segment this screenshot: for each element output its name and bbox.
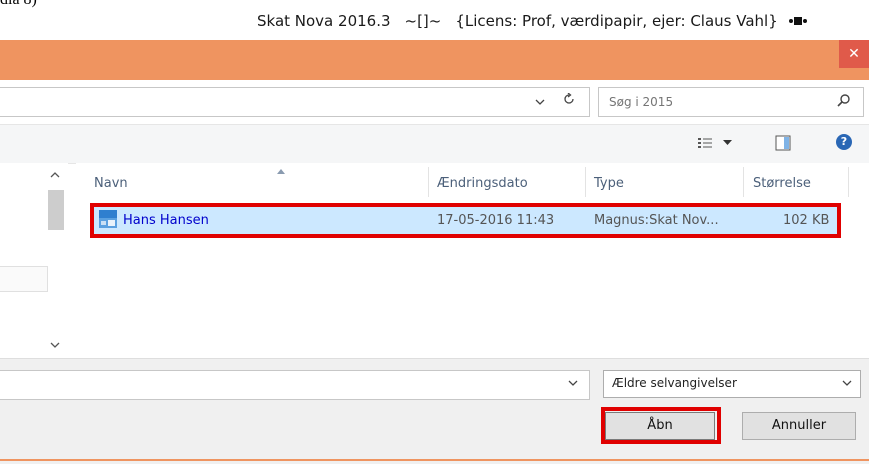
nav-item[interactable]: [0, 266, 48, 292]
sort-arrow-icon: [277, 169, 285, 174]
dialog-title-bar[interactable]: [0, 40, 869, 80]
app-status-icon: [788, 15, 807, 30]
cancel-button[interactable]: Annuller: [742, 412, 856, 440]
view-dropdown-button[interactable]: [723, 139, 732, 149]
close-icon: ✕: [848, 46, 860, 62]
column-separator[interactable]: [585, 167, 586, 197]
address-history-dropdown[interactable]: [530, 92, 550, 112]
file-name-dropdown[interactable]: [568, 376, 578, 389]
close-button[interactable]: ✕: [839, 40, 869, 68]
file-type-selected-value: Ældre selvangivelser: [612, 376, 737, 390]
column-header-date[interactable]: Ændringsdato: [437, 176, 528, 191]
file-list: [76, 163, 869, 358]
column-header-name[interactable]: Navn: [94, 176, 128, 191]
bottom-accent-line: [0, 459, 869, 461]
search-input[interactable]: [609, 94, 809, 110]
chevron-down-icon: [568, 380, 578, 386]
refresh-button[interactable]: [558, 92, 580, 112]
nav-scroll-up-button[interactable]: [50, 170, 60, 181]
column-header-size[interactable]: Størrelse: [753, 176, 811, 191]
toolbar: [0, 124, 869, 164]
chevron-down-icon: [535, 99, 545, 105]
nav-scrollbar-thumb[interactable]: [48, 190, 64, 230]
chevron-up-icon: [50, 172, 60, 178]
column-separator[interactable]: [848, 167, 849, 197]
view-options-icon[interactable]: [698, 137, 712, 149]
refresh-icon: [564, 92, 574, 104]
help-icon[interactable]: ?: [836, 134, 852, 150]
triangle-down-icon: [723, 140, 732, 145]
column-header-type[interactable]: Type: [594, 176, 624, 191]
row-highlight-annotation: [90, 203, 841, 238]
document-text-fragment: dia 8): [0, 0, 37, 9]
button-highlight-annotation: [601, 407, 721, 444]
title-separator: ~[]~: [404, 12, 442, 30]
column-separator[interactable]: [743, 167, 744, 197]
app-name: Skat Nova 2016.3: [257, 12, 391, 30]
app-title: Skat Nova 2016.3 ~[]~ {Licens: Prof, værdi…: [257, 12, 807, 30]
file-name-input[interactable]: [0, 370, 590, 400]
file-type-dropdown[interactable]: [842, 376, 852, 389]
search-icon[interactable]: [836, 93, 852, 109]
address-bar[interactable]: [0, 87, 590, 117]
preview-pane-icon[interactable]: [775, 135, 791, 151]
sort-ascending-icon: [277, 167, 285, 176]
chevron-down-icon: [842, 380, 852, 386]
nav-scroll-down-button[interactable]: [50, 340, 60, 351]
column-separator[interactable]: [428, 167, 429, 197]
chevron-down-icon: [50, 342, 60, 348]
license-info: {Licens: Prof, værdipapir, ejer: Claus V…: [455, 12, 778, 30]
